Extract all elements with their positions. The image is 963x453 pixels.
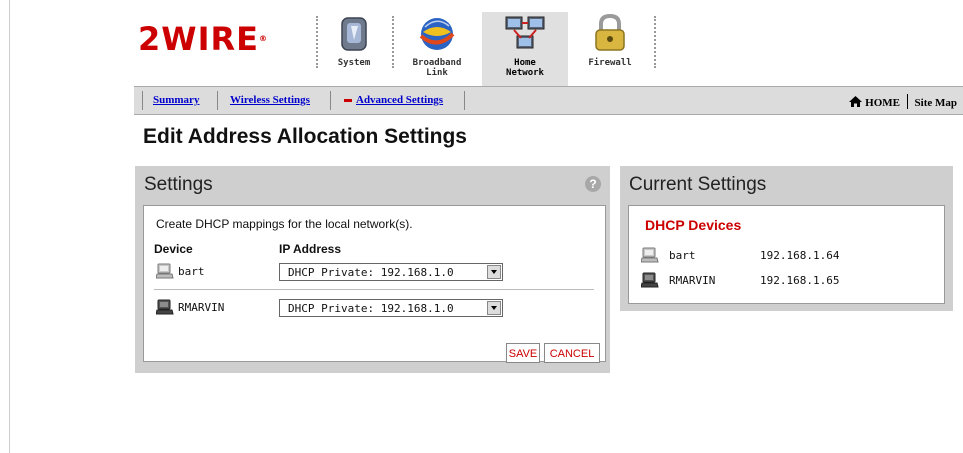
ip-column-header: IP Address — [279, 242, 342, 256]
row-divider — [154, 289, 594, 290]
current-settings-title: Current Settings — [629, 174, 767, 195]
home-network-icon — [505, 16, 545, 49]
registered-mark: ® — [258, 34, 268, 43]
current-device-ip: 192.168.1.64 — [760, 249, 840, 262]
computer-icon — [156, 263, 174, 279]
system-icon — [341, 17, 367, 51]
ip-address-select-value: DHCP Private: 192.168.1.0 — [288, 266, 454, 279]
ip-address-select-value: DHCP Private: 192.168.1.0 — [288, 302, 454, 315]
utility-links: HOME Site Map — [849, 94, 957, 109]
tab-broadband-label-2: Link — [426, 68, 448, 78]
brand-logo[interactable]: 2WIRE® — [138, 22, 268, 56]
settings-inner-box: Create DHCP mappings for the local netwo… — [143, 205, 606, 362]
tab-system-label: System — [337, 58, 371, 68]
computer-icon — [641, 272, 659, 288]
settings-panel: Settings Create DHCP mappings for the lo… — [135, 166, 610, 373]
tab-broadband-link[interactable]: Broadband Link — [404, 12, 470, 86]
cancel-button[interactable]: CANCEL — [544, 343, 600, 363]
home-link[interactable]: HOME — [865, 97, 900, 109]
current-settings-panel: Current Settings DHCP Devices bart 192.1… — [620, 166, 953, 311]
dhcp-devices-heading: DHCP Devices — [645, 217, 742, 233]
subnav-divider — [330, 91, 331, 110]
page-title: Edit Address Allocation Settings — [143, 125, 467, 148]
save-button[interactable]: SAVE — [506, 343, 540, 363]
ip-address-select[interactable]: DHCP Private: 192.168.1.0 — [279, 263, 503, 281]
device-name: bart — [178, 265, 205, 278]
logo-text: 2WIRE — [138, 20, 259, 58]
subnav-wireless-settings-link[interactable]: Wireless Settings — [230, 94, 310, 106]
settings-panel-title: Settings — [144, 174, 213, 195]
tab-home-network[interactable]: Home Network — [482, 12, 568, 86]
subnav-divider — [464, 91, 465, 110]
nav-separator — [316, 16, 319, 68]
help-icon[interactable]: ? — [585, 176, 601, 192]
settings-intro-text: Create DHCP mappings for the local netwo… — [156, 217, 413, 231]
utility-divider — [906, 94, 908, 109]
left-border-line — [9, 0, 10, 453]
active-marker-icon — [344, 99, 352, 102]
nav-separator — [654, 16, 657, 68]
computer-icon — [156, 299, 174, 315]
broadband-globe-icon — [419, 18, 455, 50]
chevron-down-icon — [487, 301, 501, 315]
subnav-summary-link[interactable]: Summary — [153, 94, 199, 106]
device-column-header: Device — [154, 242, 193, 256]
tab-firewall-label: Firewall — [588, 58, 632, 68]
current-device-name: RMARVIN — [669, 274, 716, 287]
current-device-name: bart — [669, 249, 696, 262]
tab-home-label-1: Home — [514, 58, 536, 68]
subnav-advanced-settings-link[interactable]: Advanced Settings — [356, 94, 443, 106]
sub-navigation-bar: Summary Wireless Settings Advanced Setti… — [134, 86, 963, 115]
home-icon — [849, 96, 863, 107]
current-settings-inner-box: DHCP Devices bart 192.168.1.64 RMARVIN 1… — [628, 205, 945, 304]
site-map-link[interactable]: Site Map — [915, 97, 957, 109]
tab-system[interactable]: System — [328, 12, 380, 86]
firewall-lock-icon — [595, 13, 625, 51]
computer-icon — [641, 247, 659, 263]
tab-home-label-2: Network — [506, 68, 544, 78]
subnav-divider — [217, 91, 218, 110]
current-device-ip: 192.168.1.65 — [760, 274, 840, 287]
subnav-divider — [142, 91, 143, 110]
ip-address-select[interactable]: DHCP Private: 192.168.1.0 — [279, 299, 503, 317]
chevron-down-icon — [487, 265, 501, 279]
tab-firewall[interactable]: Firewall — [580, 12, 640, 86]
tab-broadband-label-1: Broadband — [412, 58, 462, 68]
device-name: RMARVIN — [178, 301, 225, 314]
nav-separator — [392, 16, 395, 68]
